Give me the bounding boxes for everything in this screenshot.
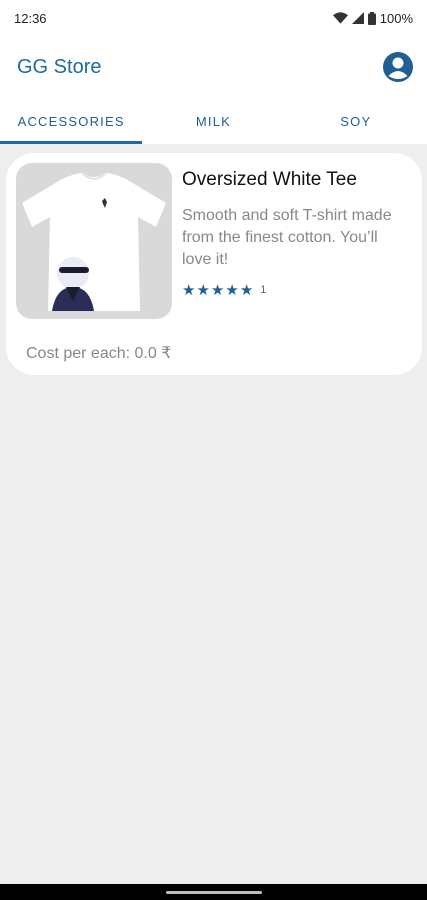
product-card[interactable]: Oversized White Tee Smooth and soft T-sh… <box>6 153 422 375</box>
battery-level: 100% <box>379 10 413 26</box>
star-icon: ★ <box>182 282 196 299</box>
app-title: GG Store <box>17 55 102 78</box>
status-time: 12:36 <box>14 10 47 26</box>
status-bar: 12:36 100% <box>0 0 427 36</box>
product-cost: Cost per each: 0.0 ₹ <box>26 345 172 362</box>
tab-accessories[interactable]: ACCESSORIES <box>0 98 143 144</box>
signal-icon <box>351 12 364 24</box>
product-rating: ★ ★ ★ ★ ★ 1 <box>182 281 266 299</box>
star-icon: ★ <box>239 282 254 299</box>
category-tabs: ACCESSORIES MILK SOY <box>0 98 427 144</box>
rating-count: 1 <box>260 284 267 296</box>
product-image <box>16 163 172 319</box>
system-nav-bar <box>0 884 427 900</box>
home-gesture-handle[interactable] <box>165 890 262 894</box>
product-description: Smooth and soft T-shirt made from the fi… <box>182 207 392 268</box>
account-circle-icon <box>383 52 413 82</box>
account-button[interactable] <box>381 50 415 84</box>
star-icon: ★ <box>225 282 239 299</box>
wifi-icon <box>332 12 348 24</box>
tab-milk[interactable]: MILK <box>142 98 284 144</box>
app-bar: GG Store <box>0 36 427 98</box>
battery-icon <box>367 11 376 25</box>
status-icons: 100% <box>332 10 413 26</box>
star-icon: ★ <box>196 282 210 299</box>
star-icon: ★ <box>210 282 225 299</box>
product-title: Oversized White Tee <box>182 169 357 190</box>
tab-soy[interactable]: SOY <box>285 98 427 144</box>
